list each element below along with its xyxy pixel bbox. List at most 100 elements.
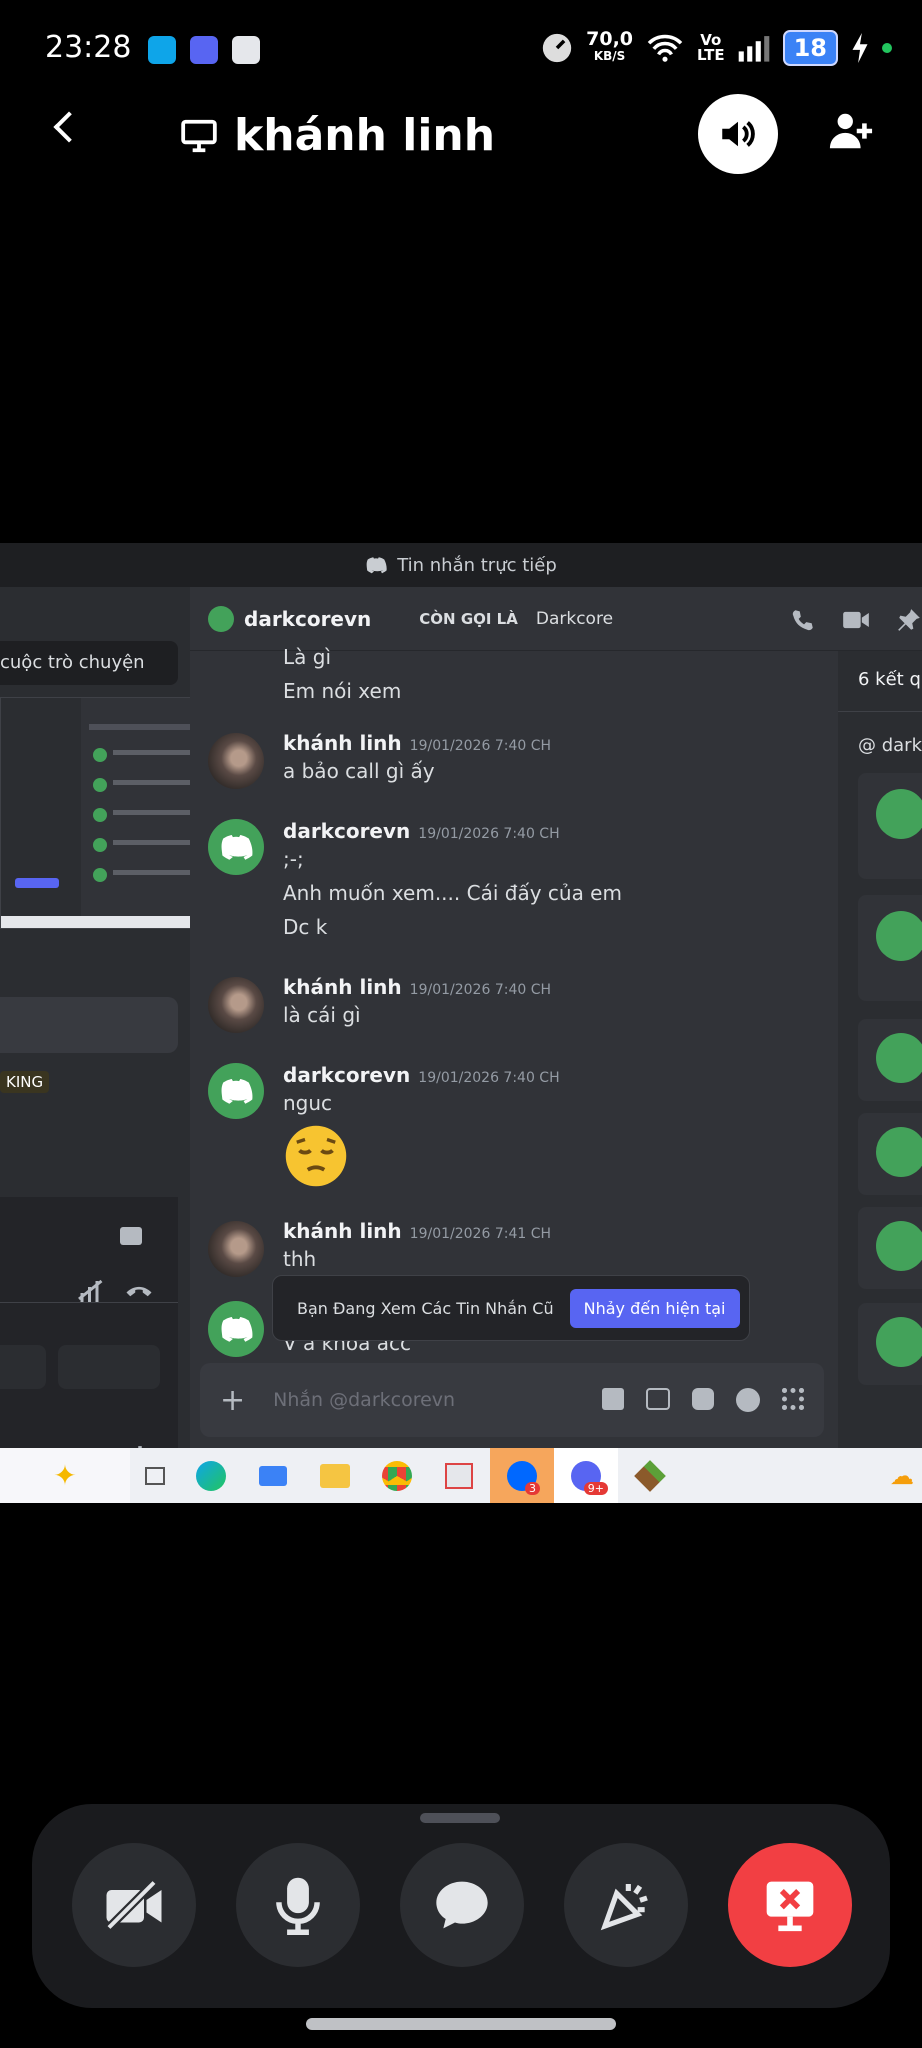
sheet-handle[interactable] [420,1813,500,1823]
message-input[interactable]: + Nhắn @darkcorevn [200,1363,824,1437]
left-action-button[interactable] [0,1345,46,1389]
task-view-icon[interactable] [130,1448,180,1503]
camera-toggle-button[interactable] [72,1843,196,1967]
add-user-icon [829,113,873,149]
message-item: khánh linh 19/01/2026 7:40 CH a bảo call … [283,731,552,783]
edge-icon[interactable] [180,1448,242,1503]
message-item: khánh linh 19/01/2026 7:41 CH thh [283,1219,552,1271]
jump-to-present-button[interactable]: Nhảy đến hiện tại [569,1288,740,1328]
search-results-count: 6 kết q [858,669,921,690]
apps-icon[interactable] [782,1388,804,1410]
wifi-icon [647,34,683,62]
avatar-khanh-linh[interactable] [208,733,264,789]
desktop-icon[interactable] [242,1448,304,1503]
volte-indicator: Vo LTE [697,31,725,64]
old-messages-bar: Bạn Đang Xem Các Tin Nhắn Cũ Nhảy đến hi… [272,1275,750,1341]
message-item: khánh linh 19/01/2026 7:40 CH là cái gì [283,975,552,1027]
message-input-placeholder: Nhắn @darkcorevn [273,1389,456,1411]
soundboard-icon [600,1884,648,1931]
message-item: darkcorevn 19/01/2026 7:40 CH nguc [283,1063,560,1193]
old-messages-text: Bạn Đang Xem Các Tin Nhắn Cũ [297,1298,554,1318]
message-item: darkcorevn 19/01/2026 7:40 CH ;-; Anh muố… [283,819,622,939]
discord-logo-icon [221,834,253,860]
app-tile-icon[interactable] [428,1448,490,1503]
chrome-icon[interactable] [366,1448,428,1503]
privacy-dot [882,43,892,53]
search-result-card[interactable] [858,1113,922,1195]
search-result-card[interactable] [858,895,922,1001]
sticker-icon[interactable] [692,1388,714,1410]
discord-logo-icon [221,1316,253,1342]
gift-icon[interactable] [602,1388,624,1410]
signal-icon [738,36,769,62]
left-panel-item[interactable] [0,997,178,1053]
left-sidebar: cuộc trò chuyện KING [0,587,222,1487]
left-search-box[interactable]: cuộc trò chuyện [0,641,178,685]
weather-icon[interactable]: ☁ [882,1448,922,1503]
pin-icon[interactable] [896,607,922,633]
search-result-card[interactable] [858,1207,922,1289]
search-result-card[interactable] [858,1303,922,1385]
voice-controls-panel [0,1197,178,1487]
minecraft-icon[interactable] [618,1448,682,1503]
alias-label: CÒN GỌI LÀ [419,609,518,628]
speedometer-icon [542,33,572,63]
nested-screen-thumbnail [0,697,222,929]
alias-value: Darkcore [535,608,614,629]
channel-avatar [208,605,234,632]
back-arrow-icon[interactable] [53,111,85,143]
file-explorer-icon[interactable] [304,1448,366,1503]
microphone-button[interactable] [236,1843,360,1967]
copilot-icon[interactable]: ✦ [0,1448,130,1503]
search-result-card[interactable] [858,773,922,879]
speaker-icon [722,121,755,147]
add-user-button[interactable] [828,108,874,158]
zalo-icon[interactable]: 3 [490,1448,554,1503]
speaker-button[interactable] [698,94,778,174]
pensive-face-emoji-icon [285,1125,347,1187]
avatar-khanh-linh[interactable] [208,1221,264,1277]
app-icon [232,36,260,64]
chat-icon [436,1881,488,1929]
emoji-icon[interactable] [736,1388,760,1412]
signal-bars-icon [78,1279,103,1302]
camera-off-icon [105,1880,162,1930]
hangup-icon[interactable] [124,1279,154,1301]
voice-call-icon[interactable] [790,607,816,633]
discord-icon [366,557,387,574]
net-speed: 70,0 KB/S [586,28,634,64]
gif-icon[interactable] [646,1388,670,1410]
add-attachment-icon[interactable]: + [220,1383,245,1418]
call-title: khánh linh [234,110,496,161]
search-result-card[interactable] [858,1019,922,1101]
avatar-darkcorevn[interactable] [208,1063,264,1119]
shared-screen[interactable]: Tin nhắn trực tiếp cuộc trò chuyện KING [0,543,922,1503]
stop-share-button[interactable] [728,1843,852,1967]
avatar-darkcorevn[interactable] [208,1301,264,1357]
discord-logo-icon [221,1078,253,1104]
message-continuation: Là gì Em nói xem [283,645,402,703]
chat-area: Là gì Em nói xem khánh linh 19/01/2026 7:… [190,645,838,1503]
windows-taskbar: ✦ 3 9+ ☁ [0,1448,922,1503]
video-call-icon[interactable] [842,609,870,631]
avatar-khanh-linh[interactable] [208,977,264,1033]
soundboard-button[interactable] [564,1843,688,1967]
home-indicator[interactable] [306,2018,616,2030]
search-query: @ dark [858,735,922,756]
charging-icon [852,33,868,63]
king-badge: KING [0,1071,50,1093]
status-right: 70,0 KB/S Vo LTE 18 [540,30,892,66]
discord-taskbar-icon[interactable]: 9+ [554,1448,618,1503]
soundboard-small-button[interactable] [58,1345,160,1389]
channel-name: darkcorevn [244,606,372,631]
screen-share-icon[interactable] [120,1227,142,1245]
monitor-icon [181,119,217,152]
stop-share-icon [766,1881,814,1932]
shopping-cart-icon [148,36,176,64]
avatar-darkcorevn[interactable] [208,819,264,875]
discord-icon [190,36,218,64]
status-time: 23:28 [45,30,132,65]
screen-window-title: Tin nhắn trực tiếp [0,543,922,587]
battery-level: 18 [782,30,838,66]
chat-button[interactable] [400,1843,524,1967]
